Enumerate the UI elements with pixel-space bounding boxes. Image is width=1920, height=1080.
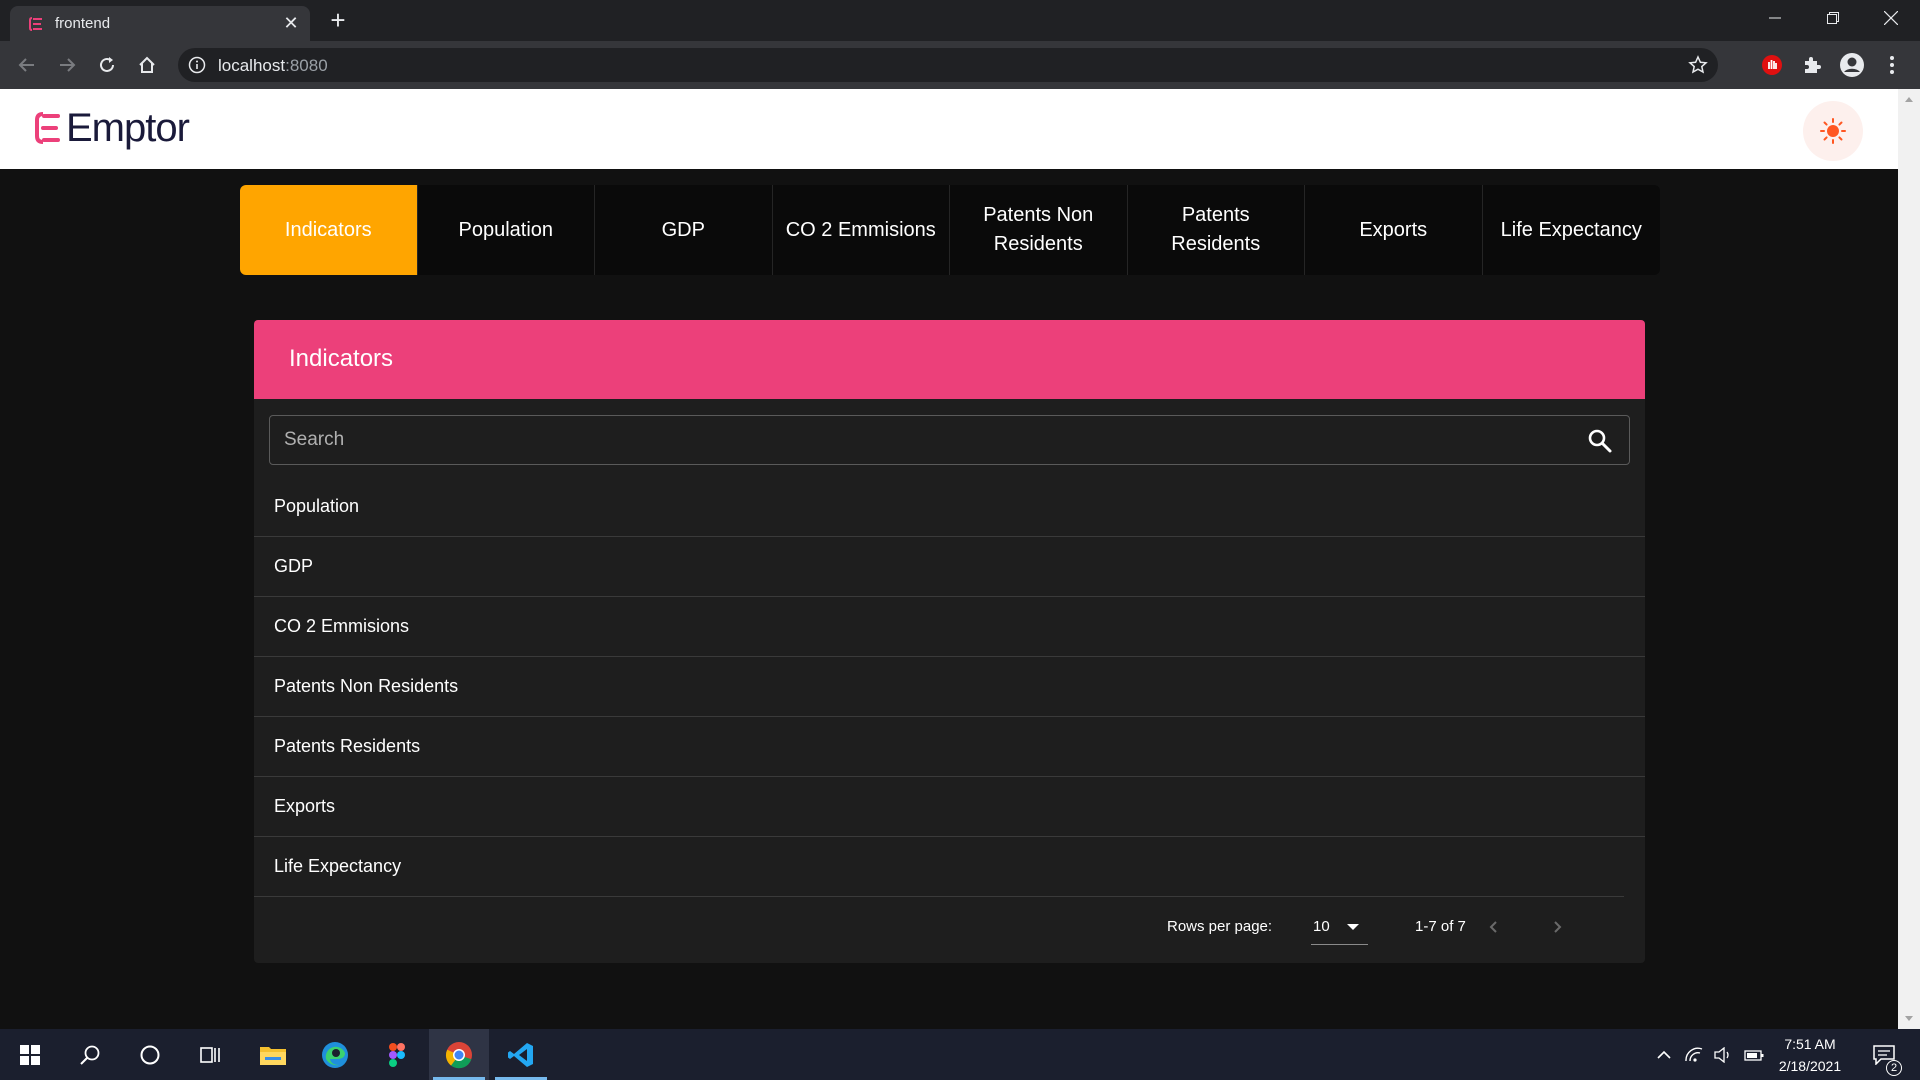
app-header: Emptor <box>0 89 1898 169</box>
figma-button[interactable] <box>367 1029 427 1080</box>
sun-icon <box>1820 118 1846 144</box>
home-icon[interactable] <box>133 51 161 79</box>
indicator-list: Population GDP CO 2 Emmisions Patents No… <box>254 477 1645 897</box>
magnifier-icon <box>80 1045 100 1065</box>
volume-tray-button[interactable] <box>1710 1029 1738 1080</box>
close-tab-icon[interactable]: ✕ <box>282 14 300 32</box>
profile-avatar-icon[interactable] <box>1838 51 1866 79</box>
previous-page-button[interactable] <box>1480 913 1508 941</box>
extensions-puzzle-icon[interactable] <box>1798 51 1826 79</box>
list-item[interactable]: Exports <box>254 777 1645 837</box>
cortana-button[interactable] <box>120 1029 180 1080</box>
list-item[interactable]: Life Expectancy <box>254 837 1624 897</box>
clock-time: 7:51 AM <box>1784 1036 1836 1052</box>
forward-icon[interactable] <box>53 51 81 79</box>
chevron-right-icon <box>1554 921 1562 933</box>
task-view-button[interactable] <box>180 1029 240 1080</box>
rows-per-page-label: Rows per page: <box>1167 918 1273 935</box>
logo-text: Emptor <box>66 105 190 150</box>
list-item[interactable]: CO 2 Emmisions <box>254 597 1645 657</box>
vscode-icon <box>508 1042 533 1067</box>
tab-exports[interactable]: Exports <box>1305 185 1483 275</box>
edge-browser-button[interactable] <box>305 1029 365 1080</box>
chevron-up-icon <box>1657 1050 1671 1059</box>
indicators-card: Indicators Population GDP CO 2 Emmisions… <box>254 320 1645 963</box>
battery-tray-button[interactable] <box>1740 1029 1768 1080</box>
url-host: localhost <box>218 56 286 75</box>
page-range-text: 1-7 of 7 <box>1415 918 1466 935</box>
speaker-icon <box>1714 1046 1729 1063</box>
close-window-icon[interactable] <box>1862 0 1920 36</box>
info-icon[interactable] <box>188 56 206 74</box>
network-icon <box>1685 1047 1703 1062</box>
tab-patents-non-residents[interactable]: Patents Non Residents <box>950 185 1128 275</box>
action-center-button[interactable]: 2 <box>1862 1029 1906 1080</box>
browser-tabstrip: frontend ✕ + <box>0 0 1920 41</box>
list-item[interactable]: GDP <box>254 537 1645 597</box>
windows-logo-icon <box>20 1044 40 1065</box>
scroll-up-icon[interactable] <box>1905 97 1913 102</box>
emptor-logo-icon <box>35 112 60 144</box>
indicator-tabs: Indicators Population GDP CO 2 Emmisions… <box>240 185 1660 275</box>
tab-title: frontend <box>55 15 111 32</box>
search-icon[interactable] <box>1587 428 1613 454</box>
task-view-icon <box>200 1046 220 1063</box>
tab-population[interactable]: Population <box>418 185 595 275</box>
figma-icon <box>389 1042 405 1067</box>
browser-toolbar: localhost:8080 <box>0 41 1920 89</box>
start-button[interactable] <box>0 1029 60 1080</box>
list-item[interactable]: Patents Residents <box>254 717 1645 777</box>
extension-red-icon[interactable] <box>1758 51 1786 79</box>
file-explorer-button[interactable] <box>243 1029 303 1080</box>
edge-icon <box>322 1041 348 1068</box>
rows-per-page-select[interactable]: 10 <box>1311 907 1368 945</box>
cortana-circle-icon <box>140 1045 160 1064</box>
reload-icon[interactable] <box>93 51 121 79</box>
search-field <box>269 415 1630 465</box>
battery-icon <box>1744 1049 1764 1061</box>
tab-indicators[interactable]: Indicators <box>240 185 418 275</box>
taskbar-clock[interactable]: 7:51 AM 2/18/2021 <box>1772 1033 1848 1077</box>
list-item[interactable]: Population <box>254 477 1645 537</box>
clock-date: 2/18/2021 <box>1778 1058 1842 1074</box>
theme-toggle-button[interactable] <box>1803 101 1863 161</box>
bookmark-star-icon[interactable] <box>1688 55 1708 75</box>
scroll-down-icon[interactable] <box>1905 1016 1913 1021</box>
search-taskbar-button[interactable] <box>60 1029 120 1080</box>
emptor-favicon-icon <box>29 17 42 31</box>
logo[interactable]: Emptor <box>34 105 190 151</box>
url-text: localhost:8080 <box>218 56 328 76</box>
card-title: Indicators <box>289 345 394 372</box>
browser-menu-icon[interactable] <box>1878 51 1906 79</box>
folder-icon <box>260 1046 286 1065</box>
taskbar: 7:51 AM 2/18/2021 2 <box>0 1029 1920 1080</box>
search-input[interactable] <box>270 416 1570 464</box>
url-port: :8080 <box>285 56 328 75</box>
chrome-icon <box>445 1041 472 1068</box>
new-tab-icon[interactable]: + <box>326 7 350 33</box>
network-tray-button[interactable] <box>1680 1029 1708 1080</box>
chrome-button[interactable] <box>429 1029 489 1080</box>
card-header: Indicators <box>254 320 1645 399</box>
chevron-left-icon <box>1489 921 1497 933</box>
vscode-button[interactable] <box>491 1029 551 1080</box>
restore-icon[interactable] <box>1804 0 1862 36</box>
show-hidden-icons-button[interactable] <box>1650 1029 1678 1080</box>
tab-patents-residents[interactable]: Patents Residents <box>1128 185 1305 275</box>
tab-life-expectancy[interactable]: Life Expectancy <box>1483 185 1661 275</box>
notification-badge: 2 <box>1886 1060 1902 1076</box>
list-item[interactable]: Patents Non Residents <box>254 657 1645 717</box>
rows-per-page-value: 10 <box>1313 918 1330 935</box>
table-pagination: Rows per page: 10 1-7 of 7 <box>254 905 1645 949</box>
caret-down-icon <box>1347 924 1359 930</box>
next-page-button[interactable] <box>1543 913 1571 941</box>
browser-tab[interactable]: frontend ✕ <box>10 6 310 41</box>
page-viewport: Emptor Indicators Population GDP CO 2 Em… <box>0 89 1898 1029</box>
tab-co2-emmisions[interactable]: CO 2 Emmisions <box>773 185 950 275</box>
address-bar[interactable]: localhost:8080 <box>178 48 1718 82</box>
tab-gdp[interactable]: GDP <box>595 185 773 275</box>
minimize-icon[interactable] <box>1746 0 1804 36</box>
back-icon[interactable] <box>13 51 41 79</box>
page-scrollbar[interactable] <box>1898 89 1920 1029</box>
